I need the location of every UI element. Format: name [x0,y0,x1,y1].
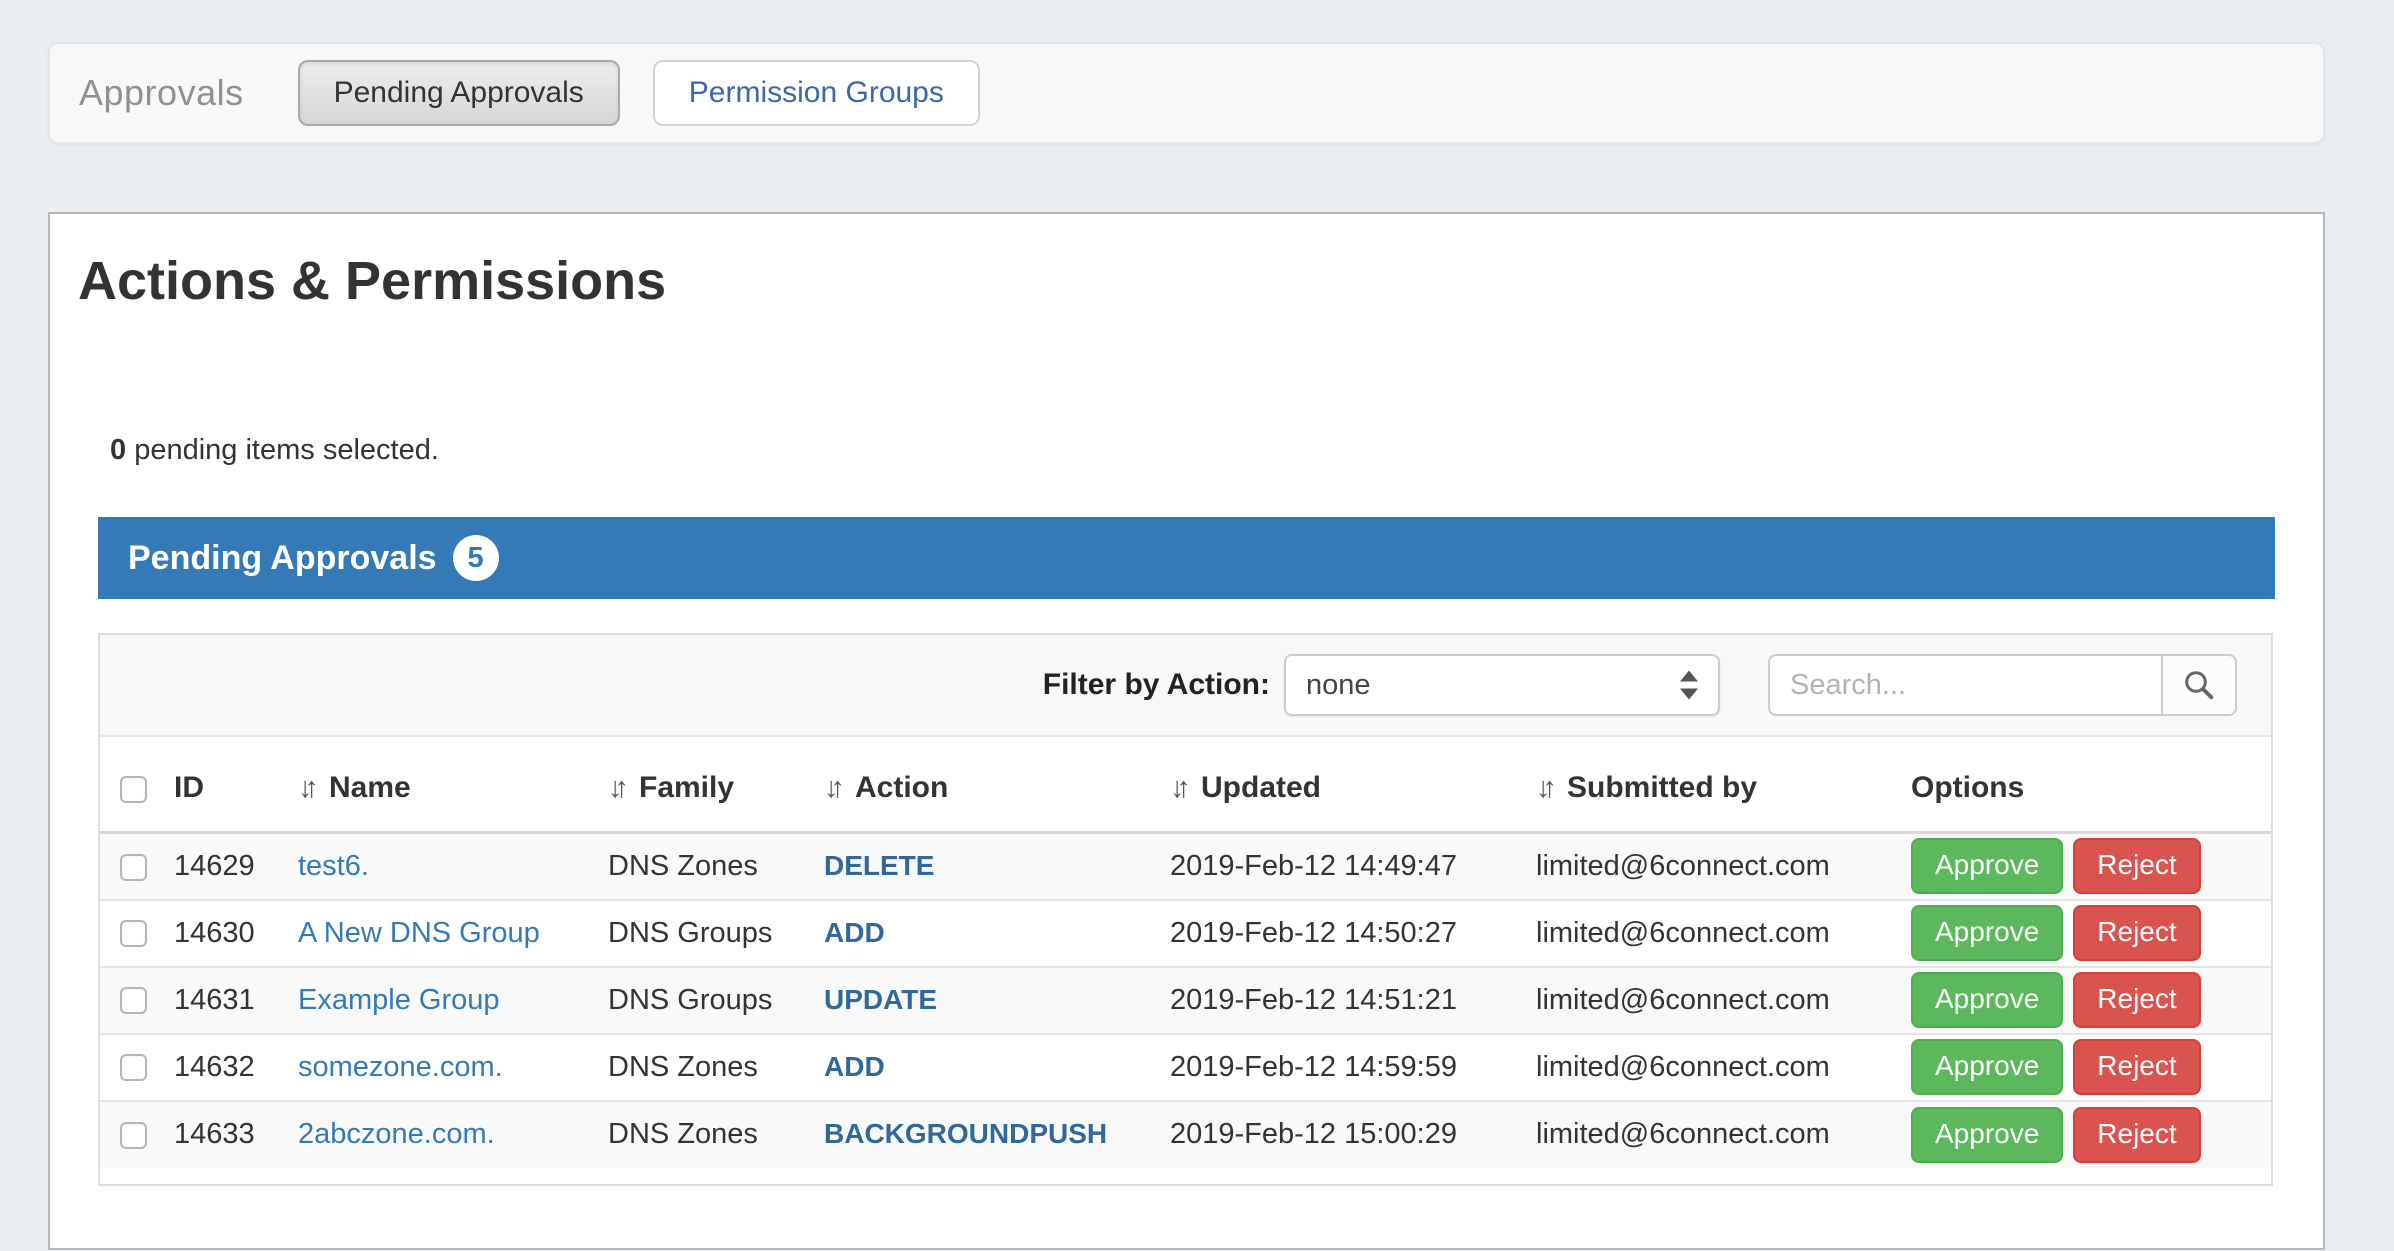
count-badge: 5 [453,535,499,581]
page-title: Approvals [79,72,244,114]
approve-button[interactable]: Approve [1911,1107,2063,1163]
column-header-name[interactable]: ↓↑Name [298,737,608,833]
action-link[interactable]: ADD [824,1051,885,1082]
filter-bar: Filter by Action: none [100,635,2271,737]
selected-count: 0 [110,434,126,466]
cell-id: 14633 [174,1101,298,1168]
cell-family: DNS Zones [608,1101,824,1168]
cell-submitted-by: limited@6connect.com [1536,900,1911,967]
cell-updated: 2019-Feb-12 14:49:47 [1170,833,1536,900]
cell-id: 14629 [174,833,298,900]
cell-updated: 2019-Feb-12 15:00:29 [1170,1101,1536,1168]
page-header: Approvals Pending Approvals Permission G… [48,42,2325,144]
action-link[interactable]: BACKGROUNDPUSH [824,1118,1107,1149]
action-filter-select[interactable]: none [1284,654,1720,716]
table-row: 14632 somezone.com. DNS Zones ADD 2019-F… [100,1034,2271,1101]
column-header-submitted-by[interactable]: ↓↑Submitted by [1536,737,1911,833]
sort-icon[interactable]: ↓↑ [608,772,621,805]
column-header-options: Options [1911,737,2271,833]
sort-icon[interactable]: ↓↑ [1536,772,1549,805]
item-name-link[interactable]: test6. [298,850,369,882]
column-header-action[interactable]: ↓↑Action [824,737,1170,833]
item-name-link[interactable]: somezone.com. [298,1051,503,1083]
search-input[interactable] [1768,654,2161,716]
row-checkbox[interactable] [120,987,147,1014]
cell-id: 14631 [174,967,298,1034]
cell-family: DNS Zones [608,833,824,900]
cell-family: DNS Groups [608,967,824,1034]
sort-icon[interactable]: ↓↑ [824,772,837,805]
reject-button[interactable]: Reject [2073,905,2200,961]
reject-button[interactable]: Reject [2073,1039,2200,1095]
cell-submitted-by: limited@6connect.com [1536,967,1911,1034]
select-all-checkbox[interactable] [120,776,147,803]
item-name-link[interactable]: A New DNS Group [298,917,540,949]
cell-updated: 2019-Feb-12 14:59:59 [1170,1034,1536,1101]
main-card: Actions & Permissions 0 pending items se… [48,212,2325,1250]
approve-button[interactable]: Approve [1911,905,2063,961]
item-name-link[interactable]: 2abczone.com. [298,1118,495,1150]
action-filter-value: none [1306,669,1371,702]
search-icon [2181,667,2217,703]
reject-button[interactable]: Reject [2073,1107,2200,1163]
sort-icon[interactable]: ↓↑ [1170,772,1183,805]
column-header-id: ID [174,737,298,833]
column-header-family[interactable]: ↓↑Family [608,737,824,833]
cell-submitted-by: limited@6connect.com [1536,1034,1911,1101]
item-name-link[interactable]: Example Group [298,984,500,1016]
cell-submitted-by: limited@6connect.com [1536,1101,1911,1168]
reject-button[interactable]: Reject [2073,838,2200,894]
cell-family: DNS Groups [608,900,824,967]
row-checkbox[interactable] [120,1122,147,1149]
search-button[interactable] [2161,654,2237,716]
approve-button[interactable]: Approve [1911,972,2063,1028]
section-title: Actions & Permissions [78,250,2323,312]
row-checkbox[interactable] [120,854,147,881]
approvals-table-container: Filter by Action: none [98,633,2273,1186]
tab-pending-approvals[interactable]: Pending Approvals [298,60,620,126]
cell-updated: 2019-Feb-12 14:51:21 [1170,967,1536,1034]
selected-text: pending items selected. [134,434,439,466]
column-header-updated[interactable]: ↓↑Updated [1170,737,1536,833]
cell-updated: 2019-Feb-12 14:50:27 [1170,900,1536,967]
row-checkbox[interactable] [120,1054,147,1081]
row-checkbox[interactable] [120,920,147,947]
table-row: 14631 Example Group DNS Groups UPDATE 20… [100,967,2271,1034]
selected-summary: 0 pending items selected. [110,434,2323,467]
search-group [1768,654,2237,716]
select-arrows-icon [1680,671,1698,700]
panel-title: Pending Approvals [128,539,437,578]
cell-family: DNS Zones [608,1034,824,1101]
action-link[interactable]: ADD [824,917,885,948]
table-row: 14633 2abczone.com. DNS Zones BACKGROUND… [100,1101,2271,1168]
filter-label: Filter by Action: [1043,668,1270,702]
action-link[interactable]: UPDATE [824,984,937,1015]
cell-id: 14632 [174,1034,298,1101]
tab-permission-groups[interactable]: Permission Groups [653,60,980,126]
approve-button[interactable]: Approve [1911,1039,2063,1095]
sort-icon[interactable]: ↓↑ [298,772,311,805]
action-link[interactable]: DELETE [824,850,934,881]
table-header-row: ID ↓↑Name ↓↑Family ↓↑Action ↓↑Updated ↓↑… [100,737,2271,833]
table-row: 14630 A New DNS Group DNS Groups ADD 201… [100,900,2271,967]
table-row: 14629 test6. DNS Zones DELETE 2019-Feb-1… [100,833,2271,900]
reject-button[interactable]: Reject [2073,972,2200,1028]
panel-header: Pending Approvals 5 [98,517,2275,599]
cell-id: 14630 [174,900,298,967]
approvals-table: ID ↓↑Name ↓↑Family ↓↑Action ↓↑Updated ↓↑… [100,737,2271,1168]
cell-submitted-by: limited@6connect.com [1536,833,1911,900]
approve-button[interactable]: Approve [1911,838,2063,894]
